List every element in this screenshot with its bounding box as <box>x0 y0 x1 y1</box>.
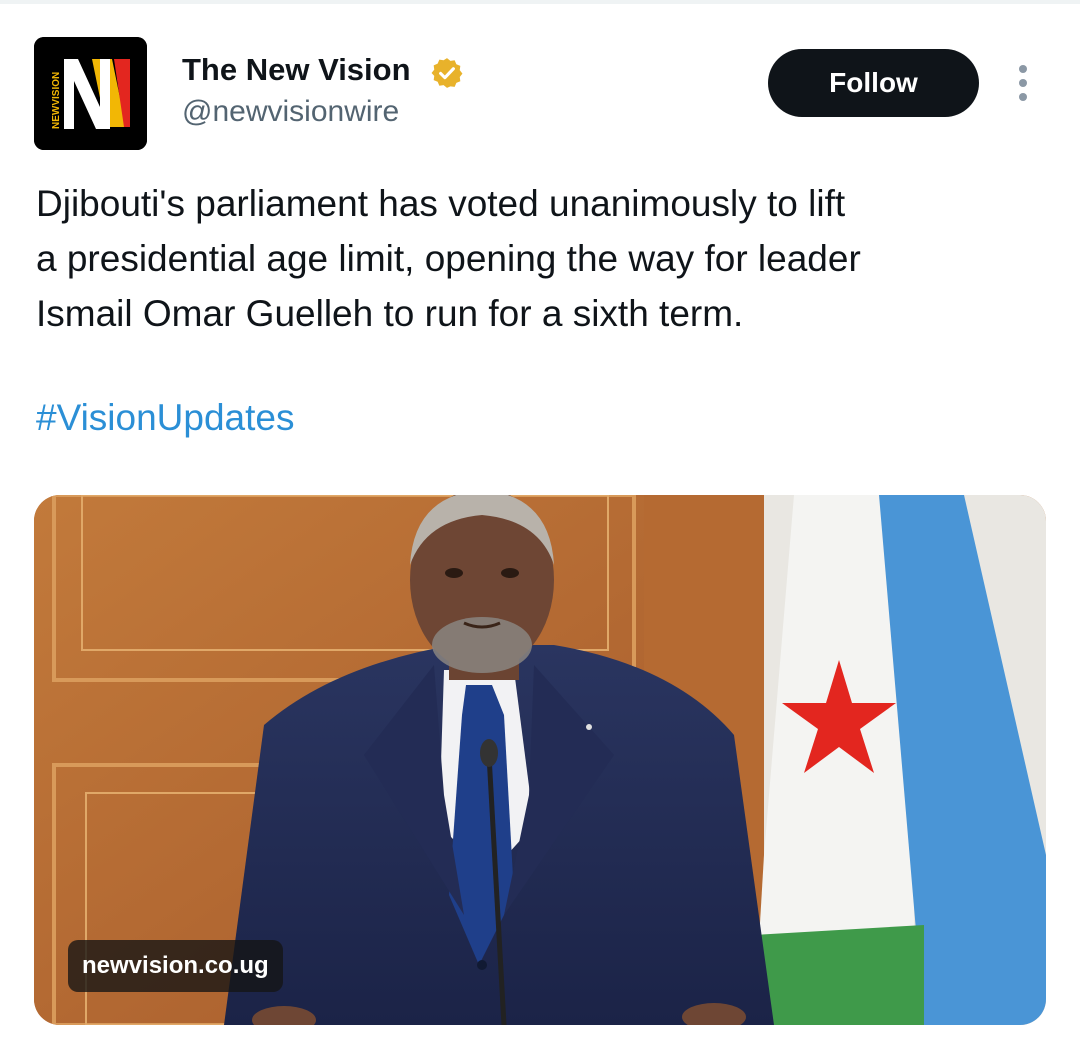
tweet-text-line: Djibouti's parliament has voted unanimou… <box>36 183 846 224</box>
media-source-badge[interactable]: newvision.co.ug <box>68 940 283 992</box>
more-dot <box>1019 65 1027 73</box>
tweet-card: NEWVISION The New Vision @newvisionwire … <box>0 0 1080 1037</box>
tweet-text: Djibouti's parliament has voted unanimou… <box>36 176 1036 341</box>
tweet-text-line: Ismail Omar Guelleh to run for a sixth t… <box>36 293 744 334</box>
tweet-text-line: a presidential age limit, opening the wa… <box>36 238 861 279</box>
hashtag-link[interactable]: #VisionUpdates <box>36 390 295 445</box>
new-vision-logo-icon: NEWVISION <box>34 37 147 150</box>
author-avatar[interactable]: NEWVISION <box>34 37 147 150</box>
more-dot <box>1019 79 1027 87</box>
verified-badge-icon <box>431 58 463 88</box>
author-name[interactable]: The New Vision <box>182 52 411 88</box>
more-options-icon[interactable] <box>1006 60 1040 106</box>
author-handle[interactable]: @newvisionwire <box>182 95 399 129</box>
follow-button[interactable]: Follow <box>768 49 979 117</box>
logo-wordmark: NEWVISION <box>51 72 62 129</box>
more-dot <box>1019 93 1027 101</box>
